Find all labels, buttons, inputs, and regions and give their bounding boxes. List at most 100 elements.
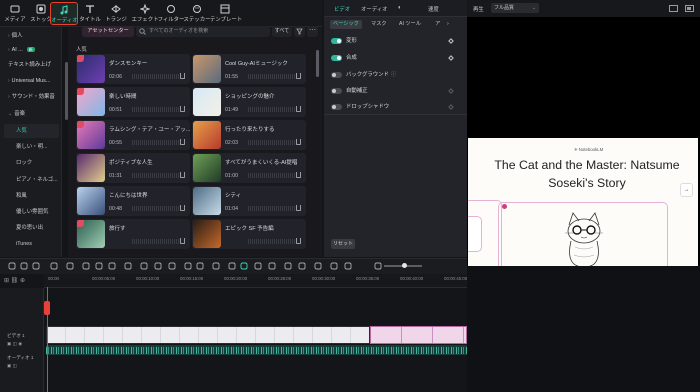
- audio-track-card[interactable]: ポジティブな人生 01:31: [76, 153, 190, 183]
- composite-toggle[interactable]: [331, 55, 342, 61]
- audio-track-card[interactable]: すべてがうまくいくる-AI提唱 01:00: [192, 153, 306, 183]
- tab-audio-props[interactable]: オーディオ: [361, 5, 388, 13]
- cut-icon[interactable]: [66, 262, 74, 270]
- shield-icon[interactable]: [284, 262, 292, 270]
- crop-icon[interactable]: [82, 262, 90, 270]
- split-icon[interactable]: [314, 262, 322, 270]
- download-icon[interactable]: [296, 172, 301, 178]
- prop-row-background[interactable]: バックグラウンド ⓘ: [331, 69, 455, 81]
- download-icon[interactable]: [296, 139, 301, 145]
- download-icon[interactable]: [296, 205, 301, 211]
- library-scrollbar[interactable]: [316, 50, 319, 77]
- scene-icon[interactable]: [254, 262, 262, 270]
- sidebar-item-personal[interactable]: › 個人: [4, 29, 59, 43]
- keyframe-diamond-icon[interactable]: [448, 104, 454, 110]
- filter-button[interactable]: [294, 26, 305, 37]
- sidebar-item-piano[interactable]: ピアノ・ネルゴ...: [4, 173, 59, 187]
- subtab-more[interactable]: ア: [432, 20, 443, 29]
- audio-track-card[interactable]: 楽しい時間 00:51: [76, 87, 190, 117]
- sidebar-item-fun[interactable]: 楽しい・明...: [4, 140, 59, 154]
- heart-icon[interactable]: [77, 55, 84, 62]
- audio-detach-icon[interactable]: [140, 262, 148, 270]
- zoom-out-icon[interactable]: [330, 262, 338, 270]
- tab-color[interactable]: ◐: [398, 5, 402, 11]
- filter-all-dropdown[interactable]: すべて: [272, 26, 292, 37]
- audio-search-input[interactable]: すべてのオーディオを検索: [136, 26, 270, 37]
- tab-transition[interactable]: トランジ: [103, 2, 129, 25]
- audio-track-card[interactable]: ダンスモンキー 02:06: [76, 54, 190, 84]
- asset-center-button[interactable]: アセットセンター: [82, 26, 134, 37]
- delete-icon[interactable]: [50, 262, 58, 270]
- download-icon[interactable]: [180, 172, 185, 178]
- playhead-handle[interactable]: [44, 301, 50, 315]
- audio-track-card[interactable]: シティ 01:04: [192, 186, 306, 216]
- subtab-ai-tools[interactable]: AI ツール: [396, 20, 424, 29]
- grid-icon[interactable]: [374, 262, 382, 270]
- color-icon[interactable]: [196, 262, 204, 270]
- keyframe-diamond-icon[interactable]: [448, 38, 454, 44]
- heart-icon[interactable]: [77, 220, 84, 227]
- undo-icon[interactable]: [20, 262, 28, 270]
- tab-audio[interactable]: オーディオ: [50, 2, 78, 25]
- reset-button[interactable]: リセット: [331, 239, 355, 249]
- stabilize-icon[interactable]: [228, 262, 236, 270]
- video-clip-pink[interactable]: [370, 326, 467, 344]
- ai-icon[interactable]: [240, 262, 248, 270]
- drop-shadow-toggle[interactable]: [331, 104, 342, 110]
- zoom-in-icon[interactable]: [344, 262, 352, 270]
- download-icon[interactable]: [180, 205, 185, 211]
- audio-track-card[interactable]: エピック SF 予告編: [192, 219, 306, 249]
- text-icon[interactable]: [95, 262, 103, 270]
- rotate-icon[interactable]: [124, 262, 132, 270]
- audio-track-card[interactable]: 行ったり来たりする 02:03: [192, 120, 306, 150]
- video-clip[interactable]: [46, 326, 370, 344]
- fullscreen-icon[interactable]: [685, 5, 694, 12]
- subtab-basic[interactable]: ベーシック: [330, 20, 362, 29]
- track-controls[interactable]: ▣ ◫ ◉: [7, 341, 22, 347]
- tab-title[interactable]: タイトル: [77, 2, 103, 25]
- heart-icon[interactable]: [77, 88, 84, 95]
- auto-correct-toggle[interactable]: [331, 88, 342, 94]
- sidebar-item-japanese[interactable]: 和風: [4, 189, 59, 203]
- audio-track-card[interactable]: こんにちは世界 00:48: [76, 186, 190, 216]
- tab-video[interactable]: ビデオ: [334, 5, 350, 13]
- chevron-right-icon[interactable]: ›: [444, 20, 452, 29]
- sidebar-item-universal[interactable]: › Universal Mus...: [4, 74, 59, 88]
- background-toggle[interactable]: [331, 72, 342, 78]
- download-icon[interactable]: [180, 139, 185, 145]
- screenshot-icon[interactable]: [669, 5, 678, 12]
- tab-media[interactable]: メディア: [2, 2, 28, 25]
- more-options-button[interactable]: ⋯: [307, 26, 318, 37]
- tab-sticker[interactable]: ステッカー: [183, 2, 211, 25]
- audio-track-card[interactable]: Cool Guy-AIミュージック 01:55: [192, 54, 306, 84]
- zoom-slider-knob[interactable]: [402, 263, 407, 268]
- sidebar-item-popular[interactable]: 人気: [4, 124, 59, 138]
- mic-icon[interactable]: [298, 262, 306, 270]
- sidebar-item-sound-effects[interactable]: › サウンド・効果音: [4, 90, 59, 104]
- subtab-mask[interactable]: マスク: [368, 20, 390, 29]
- download-icon[interactable]: [296, 106, 301, 112]
- keyframe-icon[interactable]: [212, 262, 220, 270]
- track-controls[interactable]: ▣ ◫: [7, 363, 17, 369]
- redo-icon[interactable]: [32, 262, 40, 270]
- prop-row-auto-correct[interactable]: 自動補正: [331, 85, 455, 97]
- track-add-controls[interactable]: ⊞ ⛓ ⊕: [4, 277, 40, 286]
- download-icon[interactable]: [296, 73, 301, 79]
- heart-icon[interactable]: [77, 121, 84, 128]
- sidebar-item-itunes[interactable]: iTunes: [4, 237, 59, 251]
- effects-icon[interactable]: [184, 262, 192, 270]
- speed-icon[interactable]: [154, 262, 162, 270]
- next-slide-button[interactable]: →: [680, 183, 693, 197]
- tab-filter[interactable]: フィルター: [157, 2, 185, 25]
- audio-track-card[interactable]: 旅行す: [76, 219, 190, 249]
- tab-speed[interactable]: 速度: [428, 5, 439, 13]
- sidebar-item-music[interactable]: ⌄ 音楽: [4, 107, 59, 121]
- keyframe-diamond-icon[interactable]: [448, 88, 454, 94]
- marker-icon[interactable]: [268, 262, 276, 270]
- sidebar-item-tts[interactable]: テキスト読み上げ: [4, 58, 59, 72]
- audio-track-card[interactable]: ラムシング・テア・ユー・アッ... 00:55: [76, 120, 190, 150]
- sidebar-item-ai[interactable]: › AI ... 新: [4, 43, 59, 57]
- frame-icon[interactable]: [108, 262, 116, 270]
- tab-template[interactable]: テンプレート: [210, 2, 242, 25]
- select-tool-icon[interactable]: [8, 262, 16, 270]
